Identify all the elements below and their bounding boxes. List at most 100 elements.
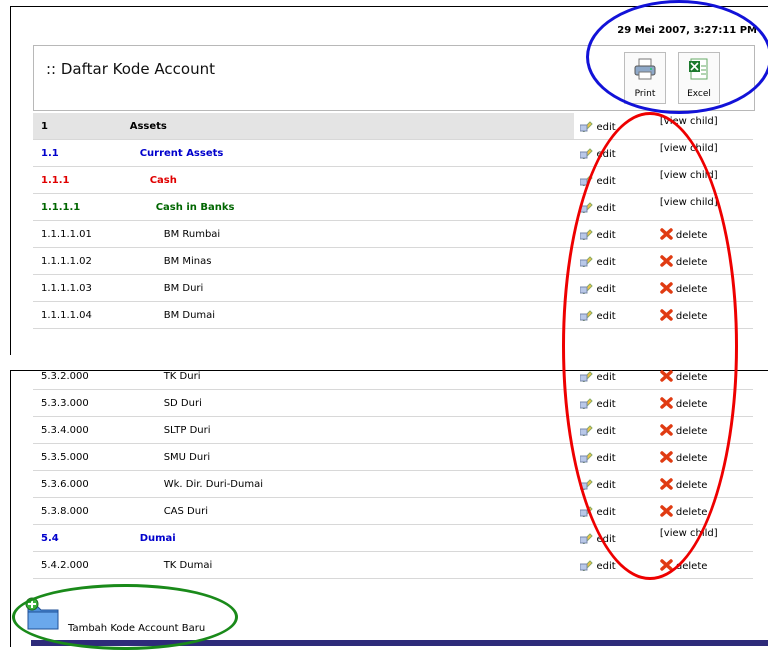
edit-link[interactable]: edit bbox=[573, 443, 652, 471]
edit-label: edit bbox=[596, 425, 616, 437]
edit-link[interactable]: edit bbox=[573, 113, 652, 140]
view-child-link[interactable]: [view child] bbox=[651, 166, 753, 194]
table-row: 5.3.4.000 SLTP Duri edit delete bbox=[33, 416, 753, 444]
delete-label: delete bbox=[675, 398, 708, 410]
delete-link[interactable]: delete bbox=[651, 247, 753, 275]
add-account-label: Tambah Kode Account Baru bbox=[68, 623, 206, 634]
delete-label: delete bbox=[675, 425, 708, 437]
edit-link[interactable]: edit bbox=[573, 497, 652, 525]
account-name: SMU Duri bbox=[163, 451, 211, 463]
table-row: 1.1 Current Assets edit [view child] bbox=[33, 139, 753, 167]
table-row: 1.1.1.1.03 BM Duri edit delete bbox=[33, 274, 753, 302]
edit-link[interactable]: edit bbox=[573, 524, 652, 552]
edit-icon bbox=[579, 559, 593, 571]
delete-link[interactable]: delete bbox=[651, 443, 753, 471]
edit-link[interactable]: edit bbox=[573, 139, 652, 167]
edit-link[interactable]: edit bbox=[573, 301, 652, 329]
print-button[interactable]: Print bbox=[624, 52, 666, 104]
delete-link[interactable]: delete bbox=[651, 470, 753, 498]
delete-link[interactable]: delete bbox=[651, 301, 753, 329]
account-name: SLTP Duri bbox=[163, 424, 211, 436]
edit-link[interactable]: edit bbox=[573, 274, 652, 302]
edit-link[interactable]: edit bbox=[573, 247, 652, 275]
delete-icon bbox=[660, 423, 673, 436]
timestamp: 29 Mei 2007, 3:27:11 PM bbox=[617, 25, 757, 36]
delete-icon bbox=[660, 254, 673, 267]
table-row: 1.1.1.1.02 BM Minas edit delete bbox=[33, 247, 753, 275]
account-list-panel-bottom: 5.3.2.000 TK Duri edit delete 5.3.3.000 SD Du… bbox=[10, 363, 768, 647]
account-name: CAS Duri bbox=[163, 505, 208, 517]
delete-link[interactable]: delete bbox=[651, 551, 753, 579]
delete-label: delete bbox=[675, 371, 708, 383]
account-name: Cash bbox=[149, 174, 177, 186]
delete-icon bbox=[660, 396, 673, 409]
delete-label: delete bbox=[675, 452, 708, 464]
account-code: 1.1.1 bbox=[33, 166, 122, 194]
printer-icon bbox=[634, 58, 656, 80]
table-row: 1 Assets edit [view child] bbox=[33, 113, 753, 140]
add-folder-icon bbox=[25, 597, 59, 630]
edit-link[interactable]: edit bbox=[573, 220, 652, 248]
edit-icon bbox=[579, 397, 593, 409]
edit-icon bbox=[579, 505, 593, 517]
edit-icon bbox=[579, 147, 593, 159]
account-name: Dumai bbox=[139, 532, 176, 544]
delete-link[interactable]: delete bbox=[651, 416, 753, 444]
edit-label: edit bbox=[596, 506, 616, 518]
view-child-link[interactable]: [view child] bbox=[651, 113, 753, 140]
delete-link[interactable]: delete bbox=[651, 389, 753, 417]
print-label: Print bbox=[634, 89, 656, 99]
edit-link[interactable]: edit bbox=[573, 363, 652, 390]
delete-link[interactable]: delete bbox=[651, 274, 753, 302]
account-name: SD Duri bbox=[163, 397, 202, 409]
edit-link[interactable]: edit bbox=[573, 551, 652, 579]
edit-label: edit bbox=[596, 175, 616, 187]
edit-label: edit bbox=[596, 256, 616, 268]
edit-link[interactable]: edit bbox=[573, 470, 652, 498]
edit-link[interactable]: edit bbox=[573, 193, 652, 221]
account-code: 5.3.4.000 bbox=[33, 416, 122, 444]
account-name: Current Assets bbox=[139, 147, 224, 159]
delete-link[interactable]: delete bbox=[651, 363, 753, 390]
edit-icon bbox=[579, 532, 593, 544]
delete-link[interactable]: delete bbox=[651, 220, 753, 248]
edit-icon bbox=[579, 451, 593, 463]
edit-link[interactable]: edit bbox=[573, 416, 652, 444]
delete-label: delete bbox=[675, 283, 708, 295]
account-code: 5.3.6.000 bbox=[33, 470, 122, 498]
account-code: 5.3.3.000 bbox=[33, 389, 122, 417]
view-child-link[interactable]: [view child] bbox=[651, 193, 753, 221]
view-child-link[interactable]: [view child] bbox=[651, 524, 753, 552]
edit-label: edit bbox=[596, 202, 616, 214]
table-row: 1.1.1.1 Cash in Banks edit [view child] bbox=[33, 193, 753, 221]
delete-label: delete bbox=[675, 310, 708, 322]
delete-icon bbox=[660, 558, 673, 571]
table-row: 1.1.1.1.04 BM Dumai edit delete bbox=[33, 301, 753, 329]
edit-icon bbox=[579, 174, 593, 186]
account-code: 5.3.2.000 bbox=[33, 363, 122, 390]
account-code: 1.1.1.1.01 bbox=[33, 220, 122, 248]
edit-label: edit bbox=[596, 560, 616, 572]
table-row: 5.3.6.000 Wk. Dir. Duri-Dumai edit delete bbox=[33, 470, 753, 498]
table-row: 5.3.8.000 CAS Duri edit delete bbox=[33, 497, 753, 525]
edit-link[interactable]: edit bbox=[573, 389, 652, 417]
account-code: 5.4 bbox=[33, 524, 122, 552]
view-child-link[interactable]: [view child] bbox=[651, 139, 753, 167]
table-row: 5.3.3.000 SD Duri edit delete bbox=[33, 389, 753, 417]
table-row: 1.1.1.1.01 BM Rumbai edit delete bbox=[33, 220, 753, 248]
view-child-label: [view child] bbox=[659, 527, 718, 539]
delete-icon bbox=[660, 450, 673, 463]
account-table: 1 Assets edit [view child] 1.1 Current Assets… bbox=[33, 113, 753, 329]
delete-label: delete bbox=[675, 479, 708, 491]
delete-link[interactable]: delete bbox=[651, 497, 753, 525]
table-row: 5.4 Dumai edit [view child] bbox=[33, 524, 753, 552]
delete-icon bbox=[660, 281, 673, 294]
account-name: BM Minas bbox=[163, 255, 212, 267]
edit-link[interactable]: edit bbox=[573, 166, 652, 194]
excel-button[interactable]: Excel bbox=[678, 52, 720, 104]
table-row: 5.3.5.000 SMU Duri edit delete bbox=[33, 443, 753, 471]
account-name: TK Dumai bbox=[163, 559, 213, 571]
edit-label: edit bbox=[596, 148, 616, 160]
table-row: 5.3.2.000 TK Duri edit delete bbox=[33, 363, 753, 390]
delete-icon bbox=[660, 477, 673, 490]
